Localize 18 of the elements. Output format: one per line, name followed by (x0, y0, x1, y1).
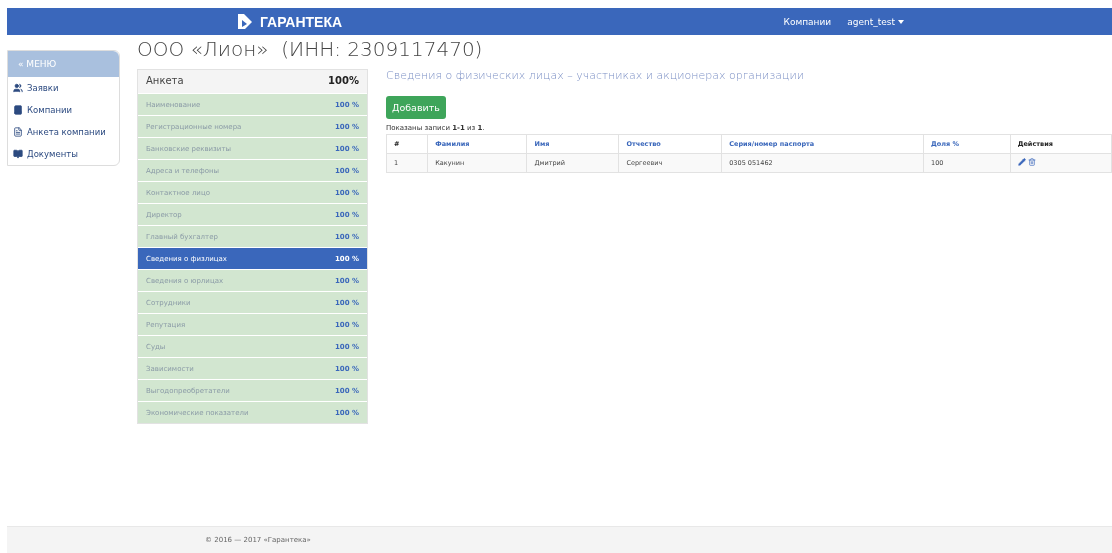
logo-icon (236, 12, 254, 31)
brand-name[interactable]: ГАРАНТЕКА (260, 13, 343, 30)
survey-title: Анкета (146, 75, 184, 88)
user-menu[interactable]: agent_test (847, 16, 904, 27)
add-button[interactable]: Добавить (386, 96, 446, 119)
nav-link[interactable]: Компании (783, 16, 832, 27)
sidebar-item[interactable]: Компании (8, 99, 119, 121)
sidebar-item[interactable]: Анкета компании (8, 121, 119, 143)
users-icon (13, 83, 23, 93)
sidebar-item[interactable]: Документы (8, 143, 119, 165)
edit-icon[interactable] (1017, 158, 1026, 166)
sidebar-item[interactable]: Заявки (8, 77, 119, 99)
section-heading: Сведения о физических лицах – участниках и акционерах организации (386, 69, 805, 82)
page-title: ООО «Лион» (ИНН: 2309117470) (137, 37, 484, 61)
delete-icon[interactable] (1027, 158, 1036, 166)
caret-icon (898, 19, 904, 24)
document-icon (13, 127, 23, 137)
survey-total: 100% (328, 75, 359, 88)
